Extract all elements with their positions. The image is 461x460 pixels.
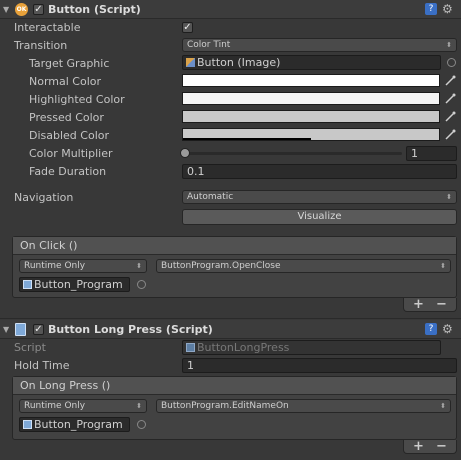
script-value: ButtonLongPress bbox=[197, 341, 290, 354]
script-object-icon bbox=[23, 420, 32, 429]
highlighted-color-label: Highlighted Color bbox=[29, 93, 125, 106]
help-icon[interactable]: ? bbox=[425, 323, 437, 335]
fade-duration-input[interactable]: 0.1 bbox=[182, 164, 457, 179]
eyedropper-icon[interactable] bbox=[444, 111, 456, 123]
script-object-icon bbox=[23, 280, 32, 289]
navigation-dropdown[interactable]: Automatic ⬍ bbox=[182, 190, 457, 204]
divider bbox=[0, 318, 461, 319]
add-listener-button[interactable]: + bbox=[413, 297, 424, 312]
function-value: ButtonProgram.EditNameOn bbox=[161, 401, 289, 411]
dropdown-arrow-icon: ⬍ bbox=[136, 402, 142, 410]
component-enabled-checkbox[interactable]: ✓ bbox=[33, 4, 44, 15]
foldout-arrow-icon[interactable]: ▼ bbox=[3, 325, 9, 334]
long-press-component-header[interactable]: ▼ ✓ Button Long Press (Script) ? ⚙ bbox=[0, 320, 461, 339]
runtime-value: Runtime Only bbox=[24, 401, 86, 411]
hold-time-input[interactable]: 1 bbox=[182, 358, 457, 373]
alpha-bar bbox=[183, 138, 311, 140]
image-component-icon bbox=[186, 58, 195, 67]
on-click-function-dropdown[interactable]: ButtonProgram.OpenClose ⬍ bbox=[156, 259, 451, 273]
target-graphic-field[interactable]: Button (Image) bbox=[182, 55, 441, 70]
add-listener-button[interactable]: + bbox=[413, 439, 424, 454]
remove-listener-button[interactable]: − bbox=[436, 297, 447, 312]
long-press-title: Button Long Press (Script) bbox=[48, 323, 213, 336]
hold-time-label: Hold Time bbox=[14, 359, 70, 372]
fade-duration-label: Fade Duration bbox=[29, 165, 107, 178]
target-graphic-label: Target Graphic bbox=[29, 57, 110, 70]
color-multiplier-slider-thumb[interactable] bbox=[180, 148, 190, 158]
script-field: ButtonLongPress bbox=[182, 340, 441, 355]
button-component-header[interactable]: ▼ OK ✓ Button (Script) ? ⚙ bbox=[0, 0, 461, 19]
dropdown-arrow-icon: ⬍ bbox=[446, 41, 452, 49]
csharp-script-icon bbox=[15, 323, 26, 336]
visualize-button[interactable]: Visualize bbox=[182, 209, 457, 225]
gear-icon[interactable]: ⚙ bbox=[442, 322, 453, 336]
on-long-press-runtime-dropdown[interactable]: Runtime Only ⬍ bbox=[19, 399, 147, 413]
normal-color-swatch[interactable] bbox=[182, 74, 440, 87]
object-value: Button_Program bbox=[34, 418, 123, 431]
ok-script-icon: OK bbox=[15, 3, 28, 16]
color-multiplier-label: Color Multiplier bbox=[29, 147, 113, 160]
highlighted-color-swatch[interactable] bbox=[182, 92, 440, 105]
disabled-color-label: Disabled Color bbox=[29, 129, 110, 142]
on-click-event-box: On Click () Runtime Only ⬍ ButtonProgram… bbox=[12, 236, 457, 298]
function-value: ButtonProgram.OpenClose bbox=[161, 261, 281, 271]
interactable-label: Interactable bbox=[14, 21, 81, 34]
transition-dropdown[interactable]: Color Tint ⬍ bbox=[182, 38, 457, 52]
object-picker-icon[interactable] bbox=[447, 58, 456, 67]
help-icon[interactable]: ? bbox=[425, 3, 437, 15]
navigation-label: Navigation bbox=[14, 191, 74, 204]
navigation-value: Automatic bbox=[187, 192, 234, 202]
dropdown-arrow-icon: ⬍ bbox=[446, 193, 452, 201]
interactable-checkbox[interactable]: ✓ bbox=[182, 22, 193, 33]
pressed-color-swatch[interactable] bbox=[182, 110, 440, 123]
on-click-runtime-dropdown[interactable]: Runtime Only ⬍ bbox=[19, 259, 147, 273]
on-long-press-event-box: On Long Press () Runtime Only ⬍ ButtonPr… bbox=[12, 376, 457, 440]
script-label: Script bbox=[14, 341, 46, 354]
eyedropper-icon[interactable] bbox=[444, 93, 456, 105]
object-picker-icon[interactable] bbox=[137, 280, 146, 289]
object-picker-icon[interactable] bbox=[137, 420, 146, 429]
color-multiplier-slider-track[interactable] bbox=[182, 152, 402, 155]
gear-icon[interactable]: ⚙ bbox=[442, 2, 453, 16]
csharp-script-icon bbox=[186, 343, 195, 352]
runtime-value: Runtime Only bbox=[24, 261, 86, 271]
on-click-object-field[interactable]: Button_Program bbox=[19, 277, 130, 292]
dropdown-arrow-icon: ⬍ bbox=[136, 262, 142, 270]
dropdown-arrow-icon: ⬍ bbox=[440, 262, 446, 270]
on-click-title: On Click () bbox=[13, 237, 456, 255]
on-long-press-title: On Long Press () bbox=[13, 377, 456, 395]
pressed-color-label: Pressed Color bbox=[29, 111, 104, 124]
on-long-press-add-remove: + − bbox=[403, 439, 457, 454]
component-title: Button (Script) bbox=[48, 3, 141, 16]
on-click-add-remove: + − bbox=[403, 297, 457, 312]
remove-listener-button[interactable]: − bbox=[436, 439, 447, 454]
target-graphic-value: Button (Image) bbox=[197, 56, 281, 69]
eyedropper-icon[interactable] bbox=[444, 129, 456, 141]
long-press-enabled-checkbox[interactable]: ✓ bbox=[33, 324, 44, 335]
on-long-press-object-field[interactable]: Button_Program bbox=[19, 417, 130, 432]
dropdown-arrow-icon: ⬍ bbox=[440, 402, 446, 410]
color-multiplier-input[interactable]: 1 bbox=[406, 146, 457, 161]
foldout-arrow-icon[interactable]: ▼ bbox=[3, 5, 9, 14]
normal-color-label: Normal Color bbox=[29, 75, 102, 88]
disabled-color-swatch[interactable] bbox=[182, 128, 440, 141]
eyedropper-icon[interactable] bbox=[444, 75, 456, 87]
on-long-press-function-dropdown[interactable]: ButtonProgram.EditNameOn ⬍ bbox=[156, 399, 451, 413]
transition-label: Transition bbox=[14, 39, 68, 52]
object-value: Button_Program bbox=[34, 278, 123, 291]
transition-value: Color Tint bbox=[187, 40, 231, 50]
